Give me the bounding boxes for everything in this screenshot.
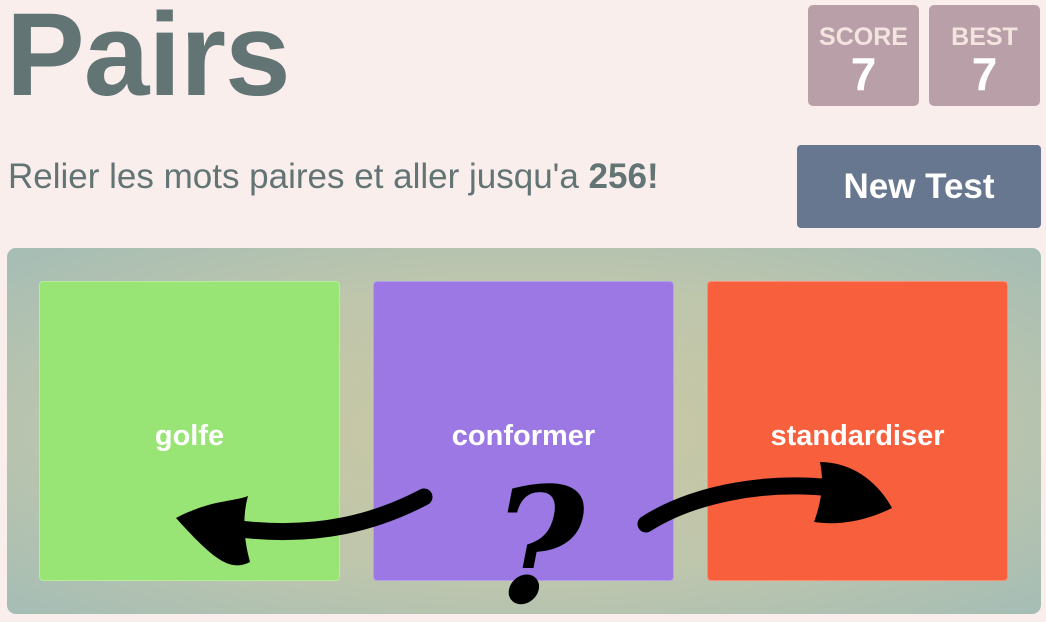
word-tile-left[interactable]: golfe: [39, 281, 340, 581]
best-label: BEST: [951, 23, 1018, 51]
game-title: Pairs: [6, 0, 291, 121]
best-value: 7: [971, 48, 998, 100]
tile-word: golfe: [154, 420, 225, 452]
best-box: BEST 7: [929, 5, 1040, 106]
tile-word: conformer: [451, 420, 596, 452]
instructions-prefix: Relier les mots paires et aller jusqu'a: [8, 157, 589, 196]
score-label: SCORE: [819, 23, 908, 51]
score-box: SCORE 7: [808, 5, 919, 106]
instructions: Relier les mots paires et aller jusqu'a …: [8, 157, 659, 197]
target-number: 256: [588, 157, 647, 196]
word-tile-center[interactable]: conformer: [373, 281, 674, 581]
score-value: 7: [850, 48, 877, 100]
new-test-button[interactable]: New Test: [797, 145, 1041, 228]
word-tile-right[interactable]: standardiser: [707, 281, 1008, 581]
game-board: golfe conformer standardiser: [7, 248, 1041, 614]
tile-word: standardiser: [770, 420, 945, 452]
instructions-suffix: !: [646, 157, 659, 196]
